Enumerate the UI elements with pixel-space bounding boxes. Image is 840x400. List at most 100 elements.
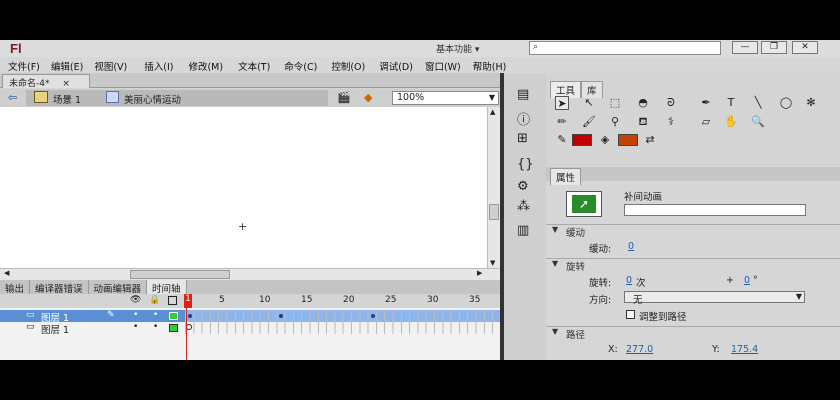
help-search-input[interactable]: ⌕ [529,41,721,55]
keyframe-dot[interactable] [279,314,283,318]
outline-icon[interactable] [168,296,177,305]
selection-tool-icon[interactable]: ➤ [555,96,569,110]
path-section-header[interactable]: ▼ 路径 [546,326,840,341]
stage-vertical-scrollbar[interactable]: ▲ ▼ [487,107,500,272]
layer-name[interactable]: 图层 1 [41,322,69,336]
code-snippets-icon[interactable]: {} [517,157,534,172]
back-arrow-icon[interactable]: ⇦ [8,91,17,104]
scroll-down-icon[interactable]: ▼ [490,259,495,267]
pencil-tool-icon[interactable]: ✏ [555,115,569,129]
menu-view[interactable]: 视图(V) [94,57,127,73]
menu-window[interactable]: 窗口(W) [425,57,461,73]
path-y-label: Y: [712,344,720,355]
horizontal-scroll-thumb[interactable] [130,270,230,279]
menu-control[interactable]: 控制(O) [331,57,365,73]
direction-value: 无 [633,295,643,306]
swatches-icon[interactable]: ▥ [517,223,529,238]
close-button[interactable]: ✕ [792,41,818,54]
tab-close-icon[interactable]: × [62,79,70,89]
edit-symbols-icon[interactable]: ◆ [364,91,372,104]
menu-commands[interactable]: 命令(C) [284,57,317,73]
color-panel-icon[interactable]: ⁂ [517,199,530,214]
tab-output[interactable]: 输出 [0,280,31,295]
instance-name-input[interactable] [624,204,806,216]
layer-row[interactable]: ▭ 图层 1 • • [0,322,500,336]
ruler-label-20: 20 [343,295,355,305]
breadcrumb-symbol[interactable]: 美丽心情运动 [124,92,181,106]
frame-span[interactable] [185,322,500,334]
path-x-value[interactable]: 277.0 [626,344,653,355]
stage-horizontal-scrollbar[interactable]: ◀ ▶ [0,268,500,280]
eraser-tool-icon[interactable]: ▱ [699,115,713,129]
registration-crosshair-icon: + [238,220,248,233]
info-panel-icon[interactable]: ⓘ [517,109,530,128]
rotation-degrees-value[interactable]: 0 [744,275,750,286]
layer-row-selected[interactable]: ▭ 图层 1 ✎ • • [0,310,500,324]
hand-cursor-icon: ☝ [64,96,71,107]
lasso-tool-icon[interactable]: ᘐ [664,96,678,110]
fill-color-swatch[interactable] [618,134,638,146]
easing-value[interactable]: 0 [628,241,634,252]
menu-text[interactable]: 文本(T) [238,57,270,73]
menu-debug[interactable]: 调试(D) [379,57,413,73]
subselection-tool-icon[interactable]: ↖ [582,96,596,110]
oval-tool-icon[interactable]: ◯ [779,96,793,110]
edit-scene-icon[interactable]: 🎬 [337,91,351,104]
stage-canvas[interactable]: + [0,107,487,272]
brush-tool-icon[interactable]: 🖌 [582,115,596,129]
eye-icon[interactable]: 👁 [130,295,141,305]
menu-edit[interactable]: 编辑(E) [51,57,83,73]
swap-colors-icon[interactable]: ⇄ [643,133,657,147]
line-tool-icon[interactable]: ╲ [751,96,765,110]
align-panel-icon[interactable]: ▤ [517,87,529,102]
lock-icon[interactable]: 🔒 [149,295,160,305]
orient-to-path-checkbox[interactable] [626,310,635,319]
scroll-left-icon[interactable]: ◀ [4,269,9,277]
eyedropper-tool-icon[interactable]: ⚕ [664,115,678,129]
components-icon[interactable]: ⚙ [517,179,529,194]
deco-tool-icon[interactable]: ✻ [804,96,818,110]
stroke-color-swatch[interactable] [572,134,592,146]
vertical-scroll-thumb[interactable] [489,204,499,220]
playhead-line [186,308,187,360]
path-x-label: X: [608,344,618,355]
zoom-select[interactable]: 100% ▼ [392,91,499,105]
zoom-tool-icon[interactable]: 🔍 [751,115,765,129]
pen-tool-icon[interactable]: ✒ [699,96,713,110]
tween-span[interactable] [185,310,500,322]
document-tab[interactable]: 未命名-4* × [2,74,90,89]
menu-modify[interactable]: 修改(M) [188,57,223,73]
keyframe-dot[interactable] [188,314,192,318]
paint-bucket-tool-icon[interactable]: ⛾ [636,115,650,129]
tab-properties[interactable]: 属性 [550,168,582,185]
minimize-button[interactable]: — [732,41,758,54]
menu-help[interactable]: 帮助(H) [473,57,507,73]
workspace-switcher[interactable]: 基本功能 ▾ [436,42,479,55]
scroll-right-icon[interactable]: ▶ [477,269,482,277]
path-y-value[interactable]: 175.4 [731,344,758,355]
tab-timeline[interactable]: 时间轴 [147,280,187,295]
rotation-section-header[interactable]: ▼ 旋转 [546,258,840,273]
tab-motion-editor[interactable]: 动画编辑器 [89,280,148,295]
menu-file[interactable]: 文件(F) [8,57,40,73]
tab-compiler-errors[interactable]: 编译器错误 [30,280,89,295]
timeline-ruler[interactable]: 👁 🔒 1 5 10 15 20 25 30 35 [0,294,500,308]
outline-color-swatch[interactable] [169,312,178,320]
transform-panel-icon[interactable]: ⊞ [517,131,528,146]
rotation-count-value[interactable]: 0 [626,275,632,286]
app-logo: Fl [10,41,22,56]
menu-insert[interactable]: 插入(I) [144,57,173,73]
3d-rotation-tool-icon[interactable]: ◓ [636,96,650,110]
easing-section-header[interactable]: ▼ 缓动 [546,224,840,239]
direction-select[interactable]: 无 ▼ [624,291,805,306]
playhead[interactable]: 1 [184,294,192,308]
outline-color-swatch[interactable] [169,324,178,332]
scroll-up-icon[interactable]: ▲ [490,108,495,116]
keyframe-dot[interactable] [371,314,375,318]
text-tool-icon[interactable]: T [724,96,738,110]
restore-button[interactable]: ❐ [761,41,787,54]
free-transform-tool-icon[interactable]: ⬚ [608,96,622,110]
instance-icon-box: ➚ [566,191,602,217]
bone-tool-icon[interactable]: ⚲ [608,115,622,129]
hand-tool-icon[interactable]: ✋ [724,115,738,129]
